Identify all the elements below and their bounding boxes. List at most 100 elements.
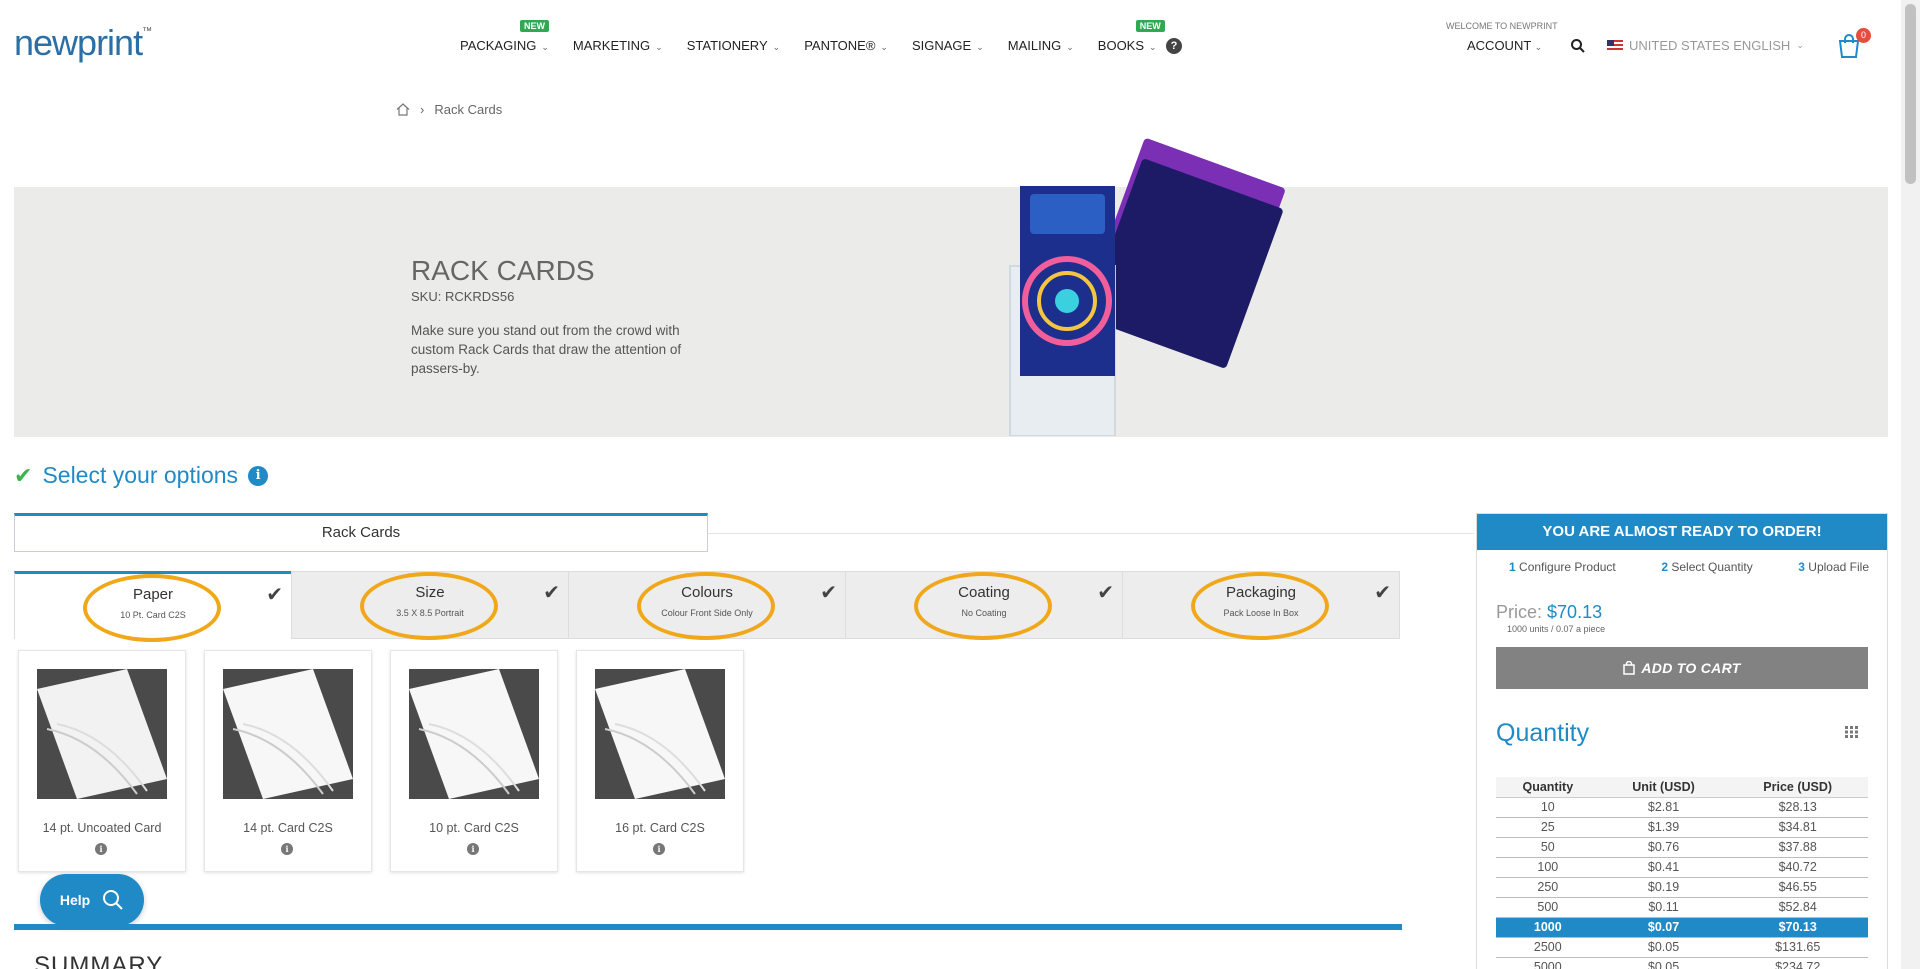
- paper-option-card[interactable]: 16 pt. Card C2S i: [576, 650, 744, 872]
- main-nav: NEW PACKAGING ⌄ MARKETING ⌄ STATIONERY ⌄ PAN…: [460, 20, 1181, 53]
- table-row[interactable]: 10 $2.81 $28.13: [1496, 797, 1868, 818]
- table-cell: $0.19: [1599, 877, 1728, 898]
- column-header: Price (USD): [1727, 777, 1868, 798]
- paper-name: 16 pt. Card C2S: [615, 821, 705, 835]
- grid-view-icon[interactable]: [1845, 726, 1859, 738]
- checkmark-icon: ✔: [543, 582, 560, 604]
- paper-option-card[interactable]: 14 pt. Card C2S i: [204, 650, 372, 872]
- table-row[interactable]: 2500 $0.05 $131.65: [1496, 937, 1868, 958]
- option-label: Colours: [681, 584, 733, 601]
- table-row[interactable]: 500 $0.11 $52.84: [1496, 897, 1868, 918]
- help-button[interactable]: Help: [40, 874, 144, 926]
- help-question-icon[interactable]: ?: [1166, 38, 1182, 54]
- info-icon[interactable]: i: [653, 843, 665, 855]
- check-icon: ✔: [14, 462, 33, 488]
- info-icon[interactable]: i: [467, 843, 479, 855]
- scrollbar[interactable]: [1901, 0, 1920, 969]
- table-cell: $0.11: [1599, 897, 1728, 918]
- nav-pantone[interactable]: PANTONE® ⌄: [804, 38, 888, 53]
- option-label: Coating: [958, 584, 1010, 601]
- option-tab-colours[interactable]: Colours Colour Front Side Only ✔: [568, 571, 846, 640]
- table-cell: $0.76: [1599, 837, 1728, 858]
- step-quantity[interactable]: 2 Select Quantity: [1661, 560, 1752, 574]
- logo-text: newprint: [14, 22, 143, 63]
- table-cell: $28.13: [1727, 797, 1868, 818]
- summary-title: SUMMARY: [34, 952, 164, 969]
- highlight-oval: [637, 572, 775, 640]
- cart-count-badge: 0: [1856, 28, 1871, 43]
- page: newprint™ NEW PACKAGING ⌄ MARKETING ⌄ STATI…: [0, 0, 1920, 969]
- table-cell: $34.81: [1727, 817, 1868, 838]
- table-cell: $46.55: [1727, 877, 1868, 898]
- table-row[interactable]: 1000 $0.07 $70.13: [1496, 917, 1868, 938]
- option-tab-coating[interactable]: Coating No Coating ✔: [845, 571, 1123, 640]
- option-tab-packaging[interactable]: Packaging Pack Loose In Box ✔: [1122, 571, 1400, 640]
- column-header: Quantity: [1496, 777, 1600, 798]
- step-number: 2: [1661, 560, 1668, 574]
- table-cell: $40.72: [1727, 857, 1868, 878]
- step-configure[interactable]: 1 Configure Product: [1509, 560, 1616, 574]
- nav-label: MARKETING: [572, 38, 651, 53]
- table-cell: $0.41: [1599, 857, 1728, 878]
- price-label: Price:: [1496, 602, 1543, 622]
- site-header: newprint™ NEW PACKAGING ⌄ MARKETING ⌄ STATI…: [0, 0, 1900, 96]
- table-cell: 2500: [1496, 937, 1600, 958]
- tab-rack-cards[interactable]: Rack Cards: [14, 513, 708, 552]
- table-cell: 25: [1496, 817, 1600, 838]
- logo[interactable]: newprint™: [14, 22, 152, 64]
- option-tab-paper[interactable]: Paper 10 Pt. Card C2S ✔: [14, 571, 292, 642]
- paper-option-card[interactable]: 14 pt. Uncoated Card i: [18, 650, 186, 872]
- quantity-title: Quantity: [1496, 719, 1590, 747]
- table-cell: $1.39: [1599, 817, 1728, 838]
- chevron-down-icon: ⌄: [772, 42, 781, 52]
- nav-marketing[interactable]: MARKETING ⌄: [573, 38, 663, 53]
- table-row[interactable]: 5000 $0.05 $234.72: [1496, 957, 1868, 969]
- nav-mailing[interactable]: MAILING ⌄: [1008, 38, 1074, 53]
- table-row[interactable]: 250 $0.19 $46.55: [1496, 877, 1868, 898]
- table-row[interactable]: 50 $0.76 $37.88: [1496, 837, 1868, 858]
- search-icon[interactable]: [1570, 38, 1586, 54]
- paper-name: 10 pt. Card C2S: [429, 821, 519, 835]
- breadcrumb-current: Rack Cards: [434, 102, 503, 117]
- step-upload[interactable]: 3 Upload File: [1798, 560, 1869, 574]
- highlight-oval: [360, 572, 498, 640]
- options-title: ✔ Select your options i: [14, 462, 269, 489]
- table-row[interactable]: 100 $0.41 $40.72: [1496, 857, 1868, 878]
- step-number: 3: [1798, 560, 1805, 574]
- add-to-cart-button[interactable]: ADD TO CART: [1496, 647, 1868, 689]
- language-selector[interactable]: UNITED STATES ENGLISH ⌄: [1607, 38, 1804, 53]
- checkmark-icon: ✔: [1097, 582, 1114, 604]
- nav-label: PACKAGING: [460, 38, 537, 53]
- info-icon[interactable]: i: [281, 843, 293, 855]
- table-row[interactable]: 25 $1.39 $34.81: [1496, 817, 1868, 838]
- nav-packaging[interactable]: NEW PACKAGING ⌄: [460, 20, 549, 53]
- option-tab-size[interactable]: Size 3.5 X 8.5 Portrait ✔: [291, 571, 569, 640]
- nav-stationery[interactable]: STATIONERY ⌄: [687, 38, 780, 53]
- nav-signage[interactable]: SIGNAGE ⌄: [912, 38, 984, 53]
- info-icon[interactable]: i: [95, 843, 107, 855]
- option-value: Pack Loose In Box: [1223, 608, 1299, 618]
- account-menu[interactable]: ACCOUNT ⌄: [1467, 38, 1542, 53]
- column-header: Unit (USD): [1599, 777, 1728, 798]
- table-cell: $2.81: [1599, 797, 1728, 818]
- help-label: Help: [59, 892, 91, 908]
- home-icon[interactable]: [396, 103, 410, 116]
- checkmark-icon: ✔: [820, 582, 837, 604]
- nav-books[interactable]: NEW BOOKS ⌄: [1098, 20, 1165, 53]
- welcome-text: WELCOME TO NEWPRINT: [1446, 21, 1558, 31]
- scrollbar-thumb[interactable]: [1905, 4, 1916, 184]
- highlight-oval: [914, 572, 1052, 640]
- highlight-oval: [1191, 572, 1329, 640]
- summary-divider: [14, 924, 1402, 930]
- info-icon[interactable]: i: [248, 465, 269, 486]
- account-label: ACCOUNT: [1467, 38, 1532, 53]
- option-tabs: Paper 10 Pt. Card C2S ✔ Size 3.5 X 8.5 P…: [14, 571, 1402, 642]
- chevron-down-icon: ⌄: [1796, 40, 1804, 50]
- chevron-down-icon: ⌄: [1066, 42, 1074, 52]
- paper-thumbnail: [409, 669, 539, 799]
- paper-thumbnail: [37, 669, 167, 799]
- highlight-oval: [83, 574, 221, 642]
- quantity-table-body: 10 $2.81 $28.13 25 $1.39 $34.81 50 $0.76 $37.88 1…: [1496, 797, 1868, 969]
- table-cell: $0.05: [1599, 957, 1728, 969]
- paper-option-card[interactable]: 10 pt. Card C2S i: [390, 650, 558, 872]
